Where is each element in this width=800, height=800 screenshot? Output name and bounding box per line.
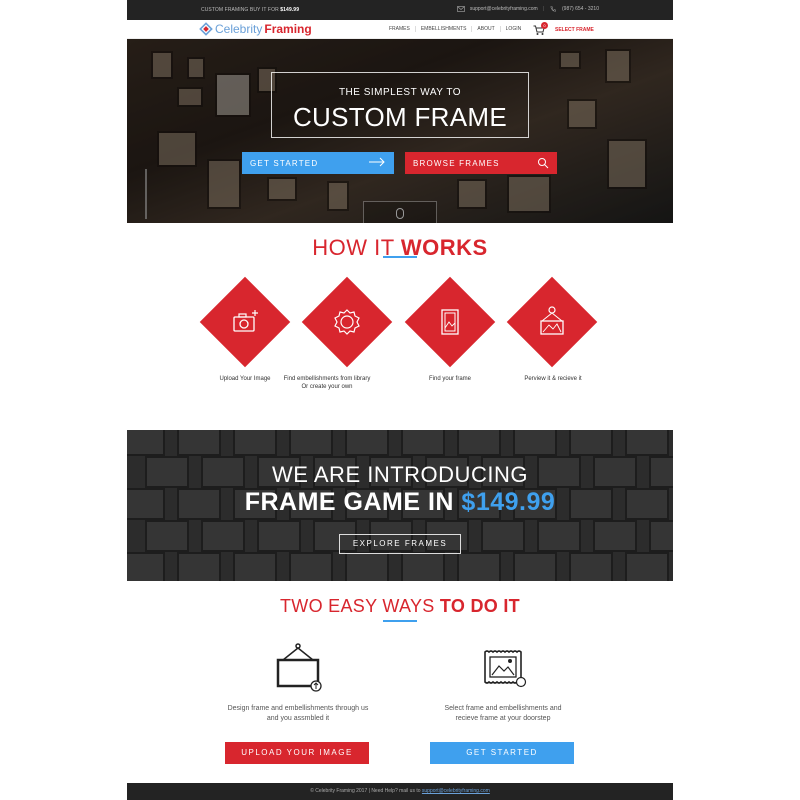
heading-underline <box>383 620 417 622</box>
logo-icon <box>199 22 213 36</box>
frame-icon <box>441 309 459 335</box>
email-link[interactable]: support@celebrityframing.com <box>470 6 538 12</box>
step-preview-tile <box>506 276 598 368</box>
heading-underline <box>383 256 417 258</box>
logo-text-light: Celebrity <box>215 22 263 36</box>
separator: | <box>542 6 545 12</box>
page: CUSTOM FRAMING BUY IT FOR $149.99 suppor… <box>127 0 673 800</box>
cart-count-badge: 0 <box>541 22 548 29</box>
footer-copyright: © Celebrity Framing 2017 | Need Help? ma… <box>310 788 421 794</box>
hero-subtitle: THE SIMPLEST WAY TO <box>338 87 462 98</box>
hanging-picture-icon <box>540 306 564 335</box>
mouse-scroll-icon <box>396 208 404 219</box>
intro-title: FRAME GAME IN $149.99 <box>244 488 556 516</box>
scroll-down-tab[interactable] <box>363 201 437 223</box>
logo[interactable]: Celebrity Framing <box>199 22 312 36</box>
intro-price: $149.99 <box>461 488 556 516</box>
stamp-frame-icon <box>484 650 527 688</box>
step-badge-tile <box>301 276 393 368</box>
step-label-frame: Find your frame <box>428 376 471 382</box>
top-bar: CUSTOM FRAMING BUY IT FOR $149.99 suppor… <box>127 0 673 20</box>
get-started-label: GET STARTED <box>250 158 319 168</box>
footer: © Celebrity Framing 2017 | Need Help? ma… <box>127 783 673 800</box>
badge-icon <box>334 309 360 335</box>
hero-headline-box: THE SIMPLEST WAY TO CUSTOM FRAME <box>271 72 529 138</box>
nav-item-embellishments[interactable]: EMBELLISHMENTS <box>416 26 473 32</box>
hero-banner: THE SIMPLEST WAY TO CUSTOM FRAME GET STA… <box>127 39 673 223</box>
mail-icon <box>456 6 465 12</box>
step-label-preview: Perview it & recieve it <box>524 376 582 382</box>
nav-item-about[interactable]: ABOUT <box>472 26 501 32</box>
select-frame-link[interactable]: SELECT FRAME <box>555 27 594 33</box>
two-ways-heading: TWO EASY WAYS TO DO IT <box>280 596 520 616</box>
explore-frames-button[interactable]: EXPLORE FRAMES <box>339 534 461 554</box>
phone-icon <box>550 6 556 12</box>
promo-text: CUSTOM FRAMING BUY IT FOR $149.99 <box>201 7 300 13</box>
nav-menu: FRAMES EMBELLISHMENTS ABOUT LOGIN <box>384 26 526 32</box>
cart-button[interactable]: 0 <box>533 22 548 35</box>
intro-subtitle: WE ARE INTRODUCING <box>272 462 528 487</box>
step-camera-tile <box>199 276 291 368</box>
camera-icon <box>233 310 258 332</box>
upload-your-image-button[interactable]: UPLOAD YOUR IMAGE <box>225 742 369 764</box>
hero-title: CUSTOM FRAME <box>292 102 507 132</box>
browse-frames-button[interactable]: BROWSE FRAMES <box>405 152 557 174</box>
main-nav: Celebrity Framing FRAMES EMBELLISHMENTS … <box>127 20 673 39</box>
promo-price: $149.99 <box>280 7 300 13</box>
step-label-embellishments: Find embellishments from library Or crea… <box>283 376 371 390</box>
browse-frames-label: BROWSE FRAMES <box>413 158 500 168</box>
nav-item-frames[interactable]: FRAMES <box>384 26 416 32</box>
contact-info: support@celebrityframing.com | (987) 654… <box>456 6 599 12</box>
get-started-button[interactable]: GET STARTED <box>242 152 394 174</box>
logo-text-bold: Framing <box>264 22 312 36</box>
way-select-text: Select frame and embellishments and reci… <box>444 705 562 722</box>
arrow-right-icon <box>369 157 385 167</box>
get-started-bottom-button[interactable]: GET STARTED <box>430 742 574 764</box>
hanging-frame-upload-icon <box>276 643 322 692</box>
intro-banner: WE ARE INTRODUCING FRAME GAME IN $149.99… <box>127 430 673 581</box>
phone-number: (987) 654 - 3210 <box>562 6 599 12</box>
search-icon <box>538 158 549 169</box>
step-frame-tile <box>404 276 496 368</box>
footer-email-link[interactable]: support@celebrityframing.com <box>422 788 490 794</box>
way-design-text: Design frame and embellishments through … <box>227 705 369 722</box>
nav-item-login[interactable]: LOGIN <box>501 26 527 32</box>
